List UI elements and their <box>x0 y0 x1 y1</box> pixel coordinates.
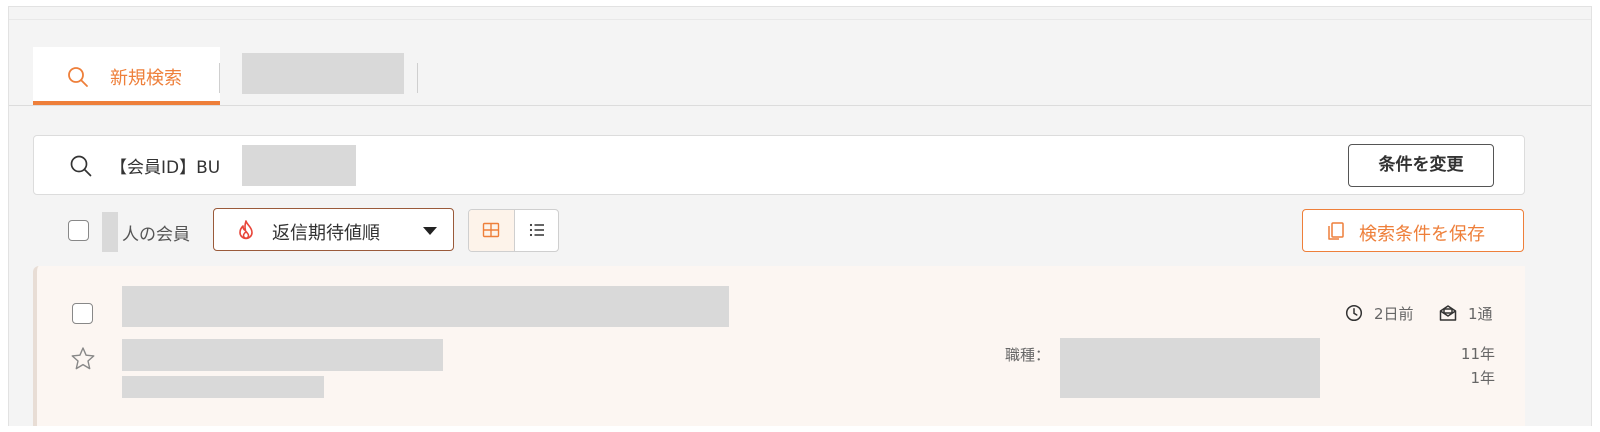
grid-icon <box>482 222 500 238</box>
experience-years: 1年 <box>1470 369 1495 387</box>
star-icon[interactable] <box>69 345 97 373</box>
member-result-card[interactable]: 職種： 2日前 1通 11年 1年 <box>33 266 1525 426</box>
sort-order-label: 返信期待値順 <box>272 223 380 244</box>
top-divider <box>9 19 1591 20</box>
sort-order-select[interactable]: 返信期待値順 <box>213 208 454 251</box>
copy-icon <box>1328 222 1344 240</box>
grid-view-button[interactable] <box>469 210 514 251</box>
last-active-time: 2日前 <box>1374 305 1414 323</box>
tabs-divider <box>9 105 1591 106</box>
member-select-checkbox[interactable] <box>72 303 93 324</box>
view-mode-toggle <box>468 209 559 252</box>
tab-new-search-label: 新規検索 <box>110 68 182 89</box>
tab-separator <box>417 63 418 93</box>
tab-new-search[interactable]: 新規検索 <box>33 47 220 105</box>
search-condition-text: 【会員ID】BU <box>110 158 221 178</box>
save-search-conditions-button[interactable]: 検索条件を保存 <box>1302 209 1524 252</box>
member-info-redacted <box>122 339 443 371</box>
change-conditions-button[interactable]: 条件を変更 <box>1348 144 1494 187</box>
list-view-button[interactable] <box>515 210 558 251</box>
search-condition-bar: 【会員ID】BU 条件を変更 <box>33 135 1525 195</box>
search-icon <box>70 155 92 177</box>
select-all-checkbox[interactable] <box>68 220 89 241</box>
member-info-redacted <box>122 376 324 398</box>
tab-separator <box>219 63 220 93</box>
member-count-label: 人の会員 <box>122 225 190 245</box>
caret-down-icon <box>423 227 437 235</box>
member-count-redacted <box>102 212 118 252</box>
job-type-label: 職種： <box>1005 346 1051 364</box>
message-count: 1通 <box>1468 305 1493 323</box>
job-type-redacted <box>1060 338 1320 398</box>
save-search-conditions-label: 検索条件を保存 <box>1359 224 1485 245</box>
tab-saved-search-redacted[interactable] <box>242 53 404 94</box>
search-icon <box>68 67 88 87</box>
fire-icon <box>239 220 253 240</box>
mail-open-icon <box>1439 305 1457 321</box>
clock-icon <box>1345 304 1363 322</box>
experience-years: 11年 <box>1460 345 1495 363</box>
search-panel: 新規検索 【会員ID】BU 条件を変更 人の会員 返信期待値順 検索条件を保存 … <box>8 6 1592 426</box>
member-name-redacted <box>394 286 729 327</box>
member-name-redacted <box>122 286 394 327</box>
member-id-redacted <box>242 145 356 186</box>
list-icon <box>529 223 544 237</box>
